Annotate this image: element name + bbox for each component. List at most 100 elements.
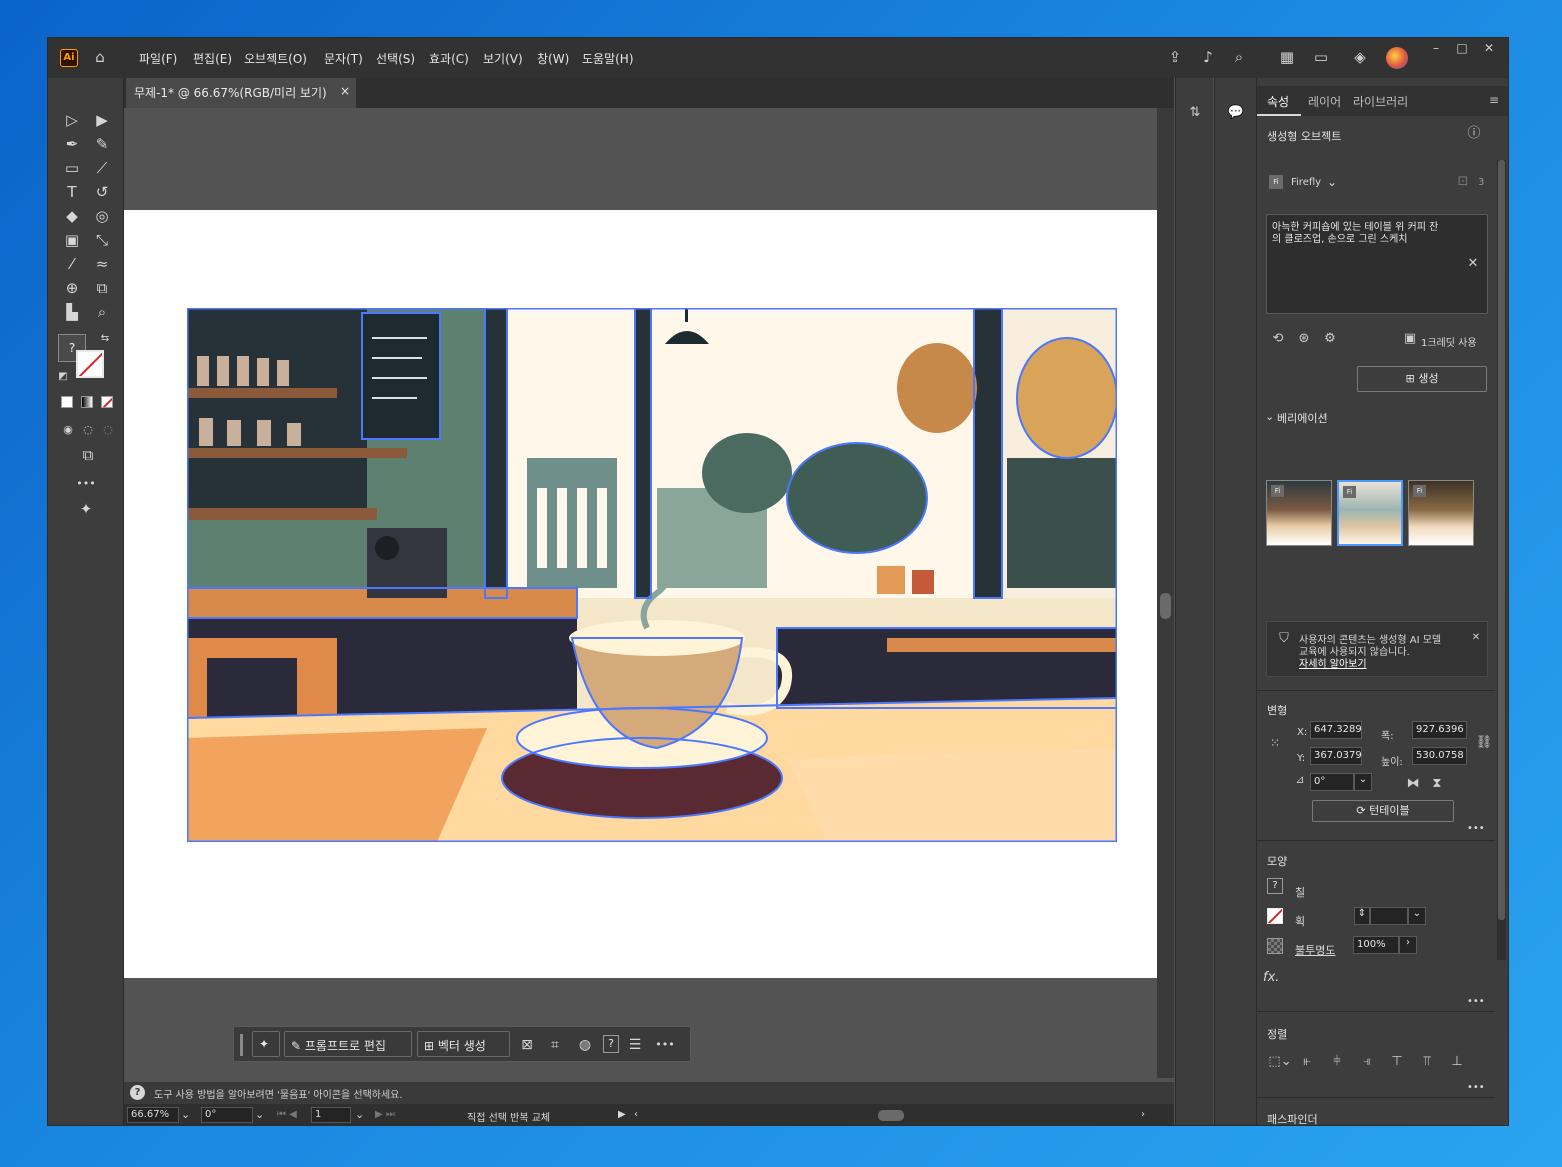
fill-color-swatch[interactable]: ? [1267, 878, 1283, 894]
shape-builder-tool-icon[interactable]: ⊕ [61, 277, 83, 299]
lasso-tool-icon[interactable]: ◎ [91, 205, 113, 227]
properties-menu-icon[interactable]: ☰ [625, 1035, 645, 1055]
zoom-level-field[interactable]: 66.67% [127, 1107, 179, 1123]
menu-window[interactable]: 창(W) [537, 50, 569, 67]
selection-tool-icon[interactable]: ▷ [61, 109, 83, 131]
type-tool-icon[interactable]: T [61, 181, 83, 203]
model-dropdown-icon[interactable]: ⌄ [1327, 175, 1337, 189]
close-window-icon[interactable]: ✕ [1476, 39, 1502, 57]
width-tool-icon[interactable]: ⤡ [91, 229, 113, 251]
pen-tool-icon[interactable]: ✒ [61, 133, 83, 155]
variation-thumbnail-3[interactable]: Fi [1408, 480, 1474, 546]
crop-image-icon[interactable]: ⊠ [517, 1035, 537, 1055]
constrain-proportions-icon[interactable]: ⛓ [1475, 734, 1493, 752]
scroll-left-icon[interactable]: ‹ [634, 1109, 638, 1120]
panel-scrollbar[interactable] [1497, 160, 1506, 960]
help-icon[interactable]: ? [130, 1085, 145, 1100]
variation-thumbnail-1[interactable]: Fi [1266, 480, 1332, 546]
opacity-expand-icon[interactable]: › [1399, 936, 1417, 954]
info-icon[interactable]: ⓘ [1465, 125, 1483, 143]
align-horizontal-center-icon[interactable]: ⫩ [1328, 1053, 1346, 1071]
model-name[interactable]: Firefly [1291, 177, 1321, 188]
tab-layers[interactable]: 레이어 [1308, 93, 1341, 110]
opacity-input[interactable]: 100% [1353, 936, 1399, 954]
minimize-icon[interactable]: – [1423, 39, 1449, 57]
generate-vector-button[interactable]: ⊞ 벡터 생성 [417, 1031, 510, 1057]
edit-with-prompt-button[interactable]: ✎ 프롬프트로 편집 [284, 1031, 412, 1057]
zoom-dropdown-icon[interactable]: ⌄ [181, 1108, 190, 1121]
last-artboard-icon[interactable]: ▶ ⏭ [375, 1109, 395, 1120]
height-input[interactable]: 530.0758 [1412, 747, 1467, 765]
search-icon[interactable]: ⌕ [1229, 47, 1249, 67]
rotate-angle-input[interactable]: 0° [1310, 773, 1354, 791]
gradient-mode-icon[interactable] [81, 396, 93, 408]
width-input[interactable]: 927.6396 [1412, 721, 1467, 739]
none-mode-icon[interactable] [101, 396, 113, 408]
bell-icon[interactable]: ♪ [1198, 47, 1218, 67]
panel-scrollbar-thumb[interactable] [1498, 160, 1505, 920]
document-tab[interactable]: 무제-1* @ 66.67%(RGB/미리 보기) × [126, 78, 356, 108]
tab-libraries[interactable]: 라이브러리 [1353, 93, 1408, 110]
blend-tool-icon[interactable]: ≈ [91, 253, 113, 275]
align-left-icon[interactable]: ⫦ [1298, 1053, 1316, 1071]
scroll-right-icon[interactable]: › [1141, 1109, 1145, 1120]
rectangle-tool-icon[interactable]: ▭ [61, 157, 83, 179]
generate-button[interactable]: ⊞ 생성 [1357, 366, 1487, 392]
artboards-panel-icon[interactable]: ⇅ [1186, 104, 1204, 122]
curvature-tool-icon[interactable]: ✎ [91, 133, 113, 155]
arrange-documents-icon[interactable]: ▦ [1277, 47, 1297, 67]
menu-type[interactable]: 문자(T) [324, 50, 363, 67]
draw-inside-icon[interactable]: ◌ [97, 419, 119, 441]
edit-toolbar-icon[interactable]: ••• [75, 473, 97, 495]
menu-view[interactable]: 보기(V) [483, 50, 523, 67]
style-reference-icon[interactable]: ⟲ [1269, 330, 1287, 348]
brush-tool-icon[interactable]: ⟋ [91, 157, 113, 179]
canvas-vertical-scrollbar[interactable] [1157, 108, 1174, 1078]
settings-icon[interactable]: ⚙ [1321, 330, 1339, 348]
screen-mode-icon[interactable]: ⧉ [77, 444, 99, 466]
stroke-weight-dropdown-icon[interactable]: ⌄ [1408, 907, 1426, 925]
effects-button[interactable]: fx. [1263, 970, 1279, 985]
prompt-textarea[interactable]: 아늑한 커피숍에 있는 테이블 위 커피 잔 의 클로즈업, 손으로 그린 스케… [1266, 214, 1488, 314]
workspace-icon[interactable]: ▭ [1311, 47, 1331, 67]
stroke-weight-stepper[interactable]: ⇕ [1354, 907, 1370, 925]
rotation-dropdown-icon[interactable]: ⌄ [255, 1108, 264, 1121]
close-tab-icon[interactable]: × [340, 84, 350, 98]
rotation-field[interactable]: 0° [201, 1107, 253, 1123]
angle-dropdown-icon[interactable]: ⌄ [1354, 773, 1372, 791]
align-top-icon[interactable]: ⊤ [1388, 1053, 1406, 1071]
direct-selection-tool-icon[interactable]: ▶ [91, 109, 113, 131]
fill-swatch-small[interactable]: ? [603, 1035, 619, 1053]
first-artboard-icon[interactable]: ⏮ ◀ [277, 1109, 297, 1120]
menu-help[interactable]: 도움말(H) [582, 50, 634, 67]
color-mode-icon[interactable] [61, 396, 73, 408]
default-colors-icon[interactable]: ◩ [56, 370, 70, 384]
rotate-tool-icon[interactable]: ↺ [91, 181, 113, 203]
variation-thumbnail-2[interactable]: Fi [1337, 480, 1403, 546]
opacity-label[interactable]: 불투명도 [1295, 942, 1335, 958]
menu-edit[interactable]: 편집(E) [193, 50, 232, 67]
artboard-tool-icon[interactable]: ⧉ [91, 277, 113, 299]
chart-tool-icon[interactable]: ▙ [61, 301, 83, 323]
align-vertical-center-icon[interactable]: ⫪ [1418, 1053, 1436, 1071]
appearance-more-icon[interactable]: ••• [1467, 996, 1485, 1007]
reference-point-icon[interactable]: ⁙ [1266, 734, 1284, 752]
variations-collapse-icon[interactable]: ⌄ [1265, 410, 1274, 423]
menu-file[interactable]: 파일(F) [139, 50, 177, 67]
transform-more-icon[interactable]: ••• [1467, 823, 1485, 834]
generated-artwork[interactable] [187, 308, 1117, 842]
artboard[interactable] [124, 210, 1157, 978]
zoom-tool-icon[interactable]: ⌕ [91, 301, 113, 323]
flip-horizontal-icon[interactable]: ⧓ [1404, 775, 1422, 793]
align-to-icon[interactable]: ⬚⌄ [1267, 1053, 1293, 1071]
status-menu-icon[interactable]: ▶ [618, 1109, 626, 1120]
plugins-icon[interactable]: ◈ [1350, 47, 1370, 67]
menu-select[interactable]: 선택(S) [376, 50, 415, 67]
recolor-icon[interactable]: ◍ [575, 1035, 595, 1055]
stroke-weight-input[interactable] [1370, 907, 1408, 925]
home-icon[interactable]: ⌂ [90, 47, 110, 67]
flip-vertical-icon[interactable]: ⧗ [1428, 775, 1446, 793]
generative-ai-icon[interactable]: ✦ [75, 498, 97, 520]
maximize-icon[interactable]: □ [1449, 39, 1475, 57]
align-bottom-icon[interactable]: ⊥ [1448, 1053, 1466, 1071]
